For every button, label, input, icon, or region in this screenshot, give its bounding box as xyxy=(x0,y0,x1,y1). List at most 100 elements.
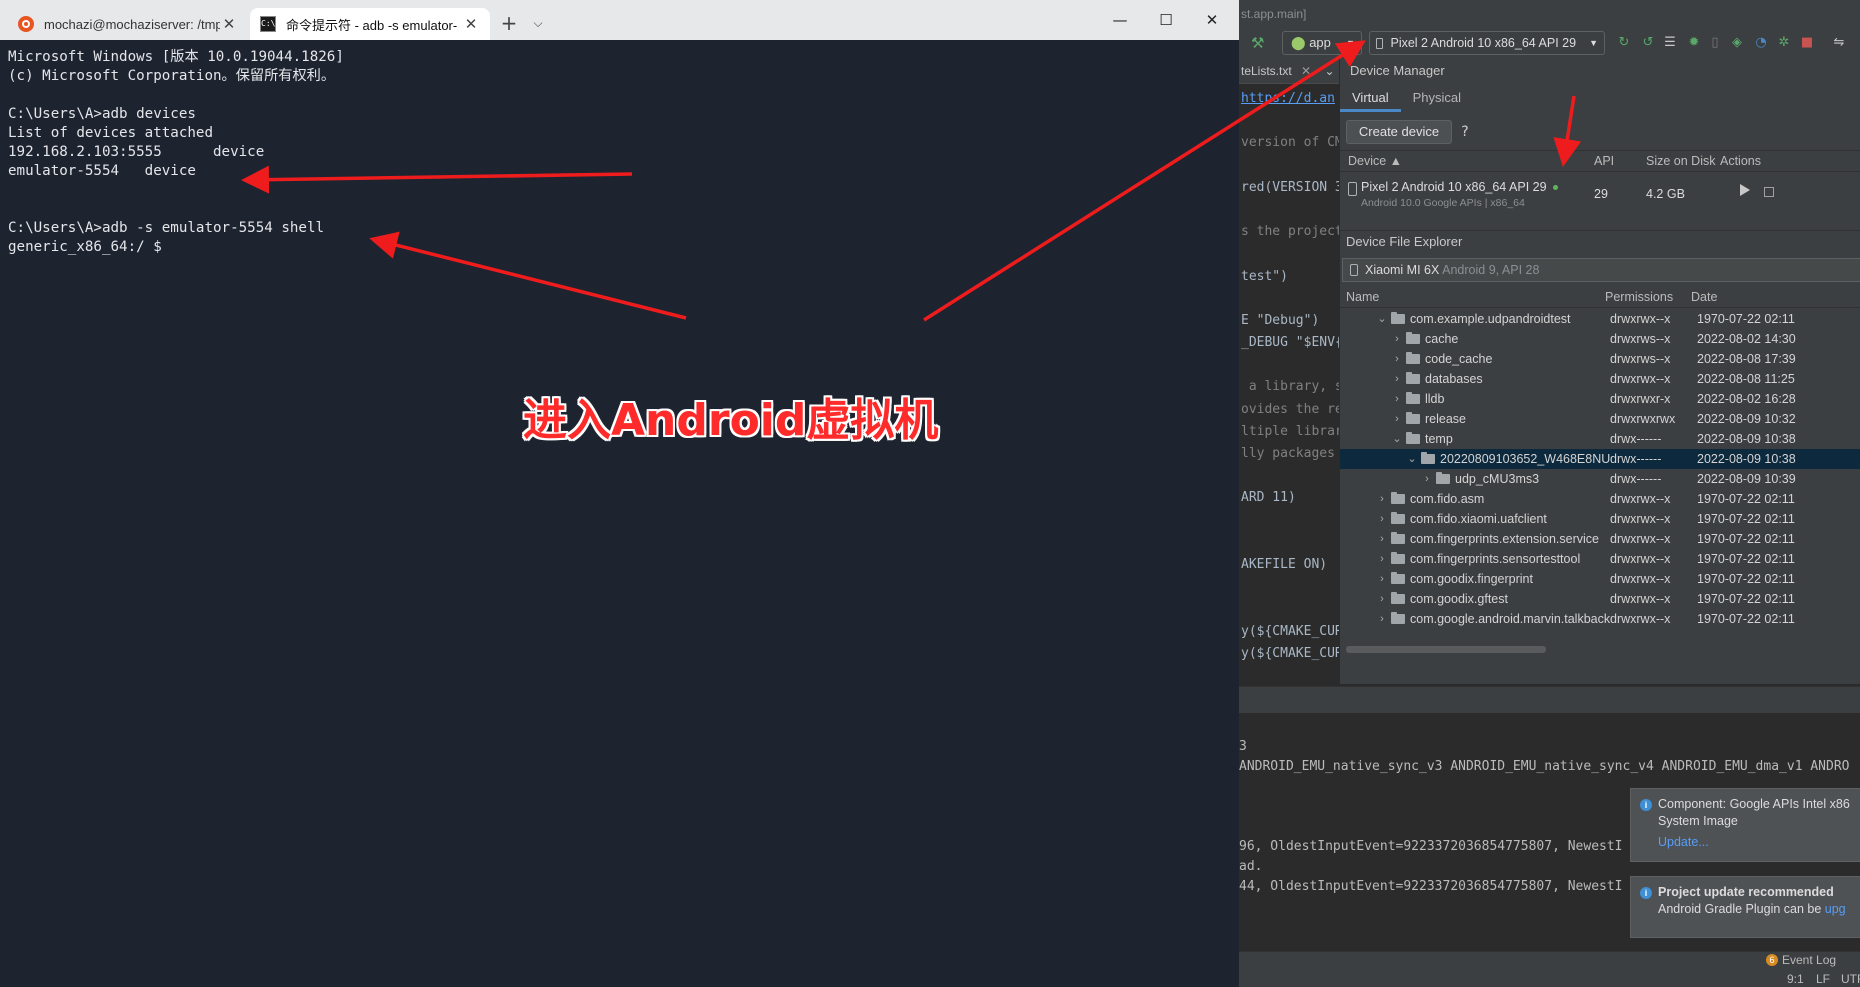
new-tab-button[interactable]: + xyxy=(497,10,521,36)
terminal-line: emulator-5554 device xyxy=(8,163,196,179)
file-row[interactable]: ⌄ 20220809103652_W468E8NU drwx------ 2022-0… xyxy=(1340,449,1860,469)
profiler-icon[interactable]: ◔ xyxy=(1753,35,1769,51)
file-row[interactable]: ⌄ com.example.udpandroidtest drwxrwx--x 197… xyxy=(1340,309,1860,329)
file-encoding[interactable]: UTF xyxy=(1841,972,1860,986)
chevron-right-icon[interactable]: › xyxy=(1376,569,1388,589)
file-row[interactable]: › code_cache drwxrws--x 2022-08-08 17:39 xyxy=(1340,349,1860,369)
debug-icon[interactable]: ✹ xyxy=(1686,35,1702,51)
help-icon[interactable]: ? xyxy=(1455,121,1475,143)
device-name: Pixel 2 Android 10 x86_64 API 29 xyxy=(1361,180,1558,194)
line-separator[interactable]: LF xyxy=(1816,972,1830,986)
file-row[interactable]: › com.fido.asm drwxrwx--x 1970-07-22 02:11 xyxy=(1340,489,1860,509)
chevron-right-icon[interactable]: › xyxy=(1376,589,1388,609)
column-size[interactable]: Size on Disk xyxy=(1646,151,1715,171)
file-row[interactable]: › com.fingerprints.extension.service drwxr… xyxy=(1340,529,1860,549)
notification-system-image[interactable]: i Component: Google APIs Intel x86 Syste… xyxy=(1630,788,1860,862)
chevron-right-icon[interactable]: › xyxy=(1421,469,1433,489)
tab-command-prompt[interactable]: C:\ 命令提示符 - adb -s emulator- ✕ xyxy=(250,8,490,40)
coverage-icon[interactable]: ◈ xyxy=(1729,35,1745,51)
update-link[interactable]: Update... xyxy=(1658,835,1709,849)
hammer-icon[interactable]: ⚒ xyxy=(1251,34,1264,52)
file-row[interactable]: › udp_cMU3ms3 drwx------ 2022-08-09 10:39 xyxy=(1340,469,1860,489)
more-actions-icon[interactable] xyxy=(1764,187,1774,197)
file-date: 2022-08-09 10:39 xyxy=(1697,472,1796,486)
close-window-button[interactable]: ✕ xyxy=(1189,0,1235,40)
stop-icon[interactable]: ■ xyxy=(1799,35,1815,51)
device-row[interactable]: Pixel 2 Android 10 x86_64 API 29 Android… xyxy=(1340,172,1860,216)
chevron-down-icon[interactable]: ⌄ xyxy=(1406,449,1418,469)
maximize-button[interactable]: ☐ xyxy=(1143,0,1189,40)
file-row[interactable]: › databases drwxrwx--x 2022-08-08 11:25 xyxy=(1340,369,1860,389)
file-date: 1970-07-22 02:11 xyxy=(1697,492,1795,506)
create-device-button[interactable]: Create device xyxy=(1346,120,1452,144)
chevron-down-icon[interactable]: ⌄ xyxy=(1324,64,1334,78)
close-icon[interactable]: ✕ xyxy=(1301,64,1311,78)
device-file-explorer-title: Device File Explorer xyxy=(1340,230,1860,252)
device-subtitle: Android 10.0 Google APIs | x86_64 xyxy=(1361,197,1525,209)
attach-bug-icon[interactable]: ✲ xyxy=(1776,35,1792,51)
file-name: code_cache xyxy=(1425,352,1493,366)
chevron-down-icon[interactable]: ⌄ xyxy=(1391,429,1403,449)
file-permissions: drwxrwx--x xyxy=(1610,612,1671,626)
chevron-right-icon[interactable]: › xyxy=(1376,509,1388,529)
file-row[interactable]: › com.goodix.fingerprint drwxrwx--x 1970-07… xyxy=(1340,569,1860,589)
code-line: version of CM xyxy=(1241,135,1343,151)
chevron-right-icon[interactable]: › xyxy=(1391,329,1403,349)
terminal-output[interactable]: Microsoft Windows [版本 10.0.19044.1826] (c… xyxy=(8,48,1228,257)
file-row[interactable]: › release drwxrwxrwx 2022-08-09 10:32 xyxy=(1340,409,1860,429)
rerun-icon[interactable]: ↻ xyxy=(1616,35,1632,51)
tab-virtual[interactable]: Virtual xyxy=(1340,86,1401,112)
file-row[interactable]: › com.fingerprints.sensortesttool drwxrwx-… xyxy=(1340,549,1860,569)
chevron-down-icon[interactable]: ⌄ xyxy=(1376,309,1388,329)
chevron-right-icon[interactable]: › xyxy=(1376,489,1388,509)
horizontal-scrollbar[interactable] xyxy=(1346,646,1546,653)
file-permissions: drwx------ xyxy=(1610,432,1662,446)
tab-ubuntu-ssh[interactable]: mochazi@mochaziserver: /tmp ✕ xyxy=(8,8,248,40)
chevron-right-icon[interactable]: › xyxy=(1391,409,1403,429)
editor-tab[interactable]: teLists.txt ✕ ⌄ xyxy=(1239,58,1339,84)
console-line: ANDROID_EMU_native_sync_v3 ANDROID_EMU_n… xyxy=(1239,759,1850,774)
close-icon[interactable]: ✕ xyxy=(220,15,238,33)
logcat-icon[interactable]: ☰ xyxy=(1662,35,1678,51)
file-row[interactable]: ⌄ temp drwx------ 2022-08-09 10:38 xyxy=(1340,429,1860,449)
file-row[interactable]: › lldb drwxrwxr-x 2022-08-02 16:28 xyxy=(1340,389,1860,409)
column-device[interactable]: Device ▲ xyxy=(1348,151,1402,171)
notification-project-update[interactable]: i Project update recommended Android Gra… xyxy=(1630,876,1860,938)
file-row[interactable]: › cache drwxrws--x 2022-08-02 14:30 xyxy=(1340,329,1860,349)
file-permissions: drwxrwxr-x xyxy=(1610,392,1671,406)
chevron-right-icon[interactable]: › xyxy=(1391,389,1403,409)
code-editor[interactable]: teLists.txt ✕ ⌄ https://d.an version of C… xyxy=(1239,58,1343,678)
upgrade-link[interactable]: upg xyxy=(1825,902,1846,916)
minimize-button[interactable]: — xyxy=(1097,0,1143,40)
file-name: cache xyxy=(1425,332,1459,346)
run-config-select[interactable]: ⬤ app ▼ xyxy=(1282,31,1362,55)
tab-dropdown-button[interactable]: ⌵ xyxy=(528,10,548,36)
caret-position[interactable]: 9:1 xyxy=(1787,972,1804,986)
column-date[interactable]: Date xyxy=(1691,286,1717,308)
launch-device-icon[interactable] xyxy=(1740,184,1750,196)
chevron-right-icon[interactable]: › xyxy=(1376,609,1388,629)
device-select[interactable]: Pixel 2 Android 10 x86_64 API 29 ▼ xyxy=(1369,31,1605,55)
chevron-right-icon[interactable]: › xyxy=(1391,369,1403,389)
file-row[interactable]: › com.fido.xiaomi.uafclient drwxrwx--x 1970… xyxy=(1340,509,1860,529)
attach-debugger-icon[interactable]: ▯ xyxy=(1707,35,1723,51)
chevron-right-icon[interactable]: › xyxy=(1391,349,1403,369)
close-icon[interactable]: ✕ xyxy=(462,15,480,33)
column-permissions[interactable]: Permissions xyxy=(1605,286,1673,308)
chevron-right-icon[interactable]: › xyxy=(1376,549,1388,569)
device-api: 29 xyxy=(1594,187,1608,201)
terminal-line: (c) Microsoft Corporation。保留所有权利。 xyxy=(8,68,336,84)
device-selector[interactable]: Xiaomi MI 6X Android 9, API 28 xyxy=(1342,258,1860,282)
info-icon: i xyxy=(1640,799,1652,811)
column-name[interactable]: Name xyxy=(1346,286,1379,308)
event-log-button[interactable]: Event Log xyxy=(1782,953,1836,967)
file-row[interactable]: › com.goodix.gftest drwxrwx--x 1970-07-22 0… xyxy=(1340,589,1860,609)
chevron-right-icon[interactable]: › xyxy=(1376,529,1388,549)
file-row[interactable]: › com.google.android.marvin.talkback drwxr… xyxy=(1340,609,1860,629)
tab-physical[interactable]: Physical xyxy=(1401,86,1473,112)
sync-icon[interactable]: ⇋ xyxy=(1831,35,1847,51)
apply-changes-icon[interactable]: ↺ xyxy=(1640,35,1656,51)
column-api[interactable]: API xyxy=(1594,151,1614,171)
